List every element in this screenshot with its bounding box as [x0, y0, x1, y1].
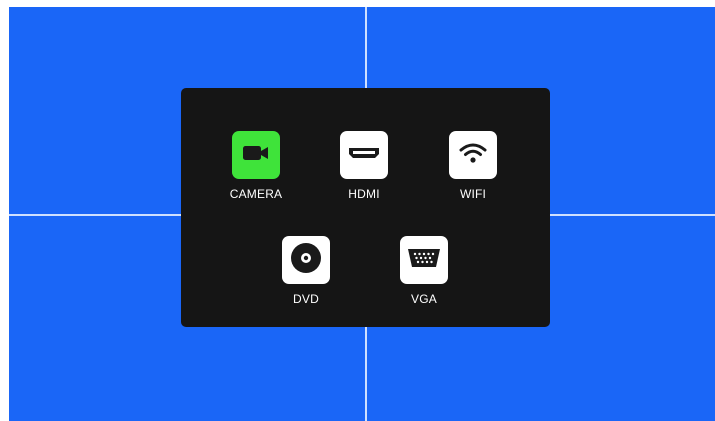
camera-tile[interactable]	[232, 131, 280, 179]
source-label-hdmi: HDMI	[348, 187, 380, 201]
source-label-dvd: DVD	[293, 292, 319, 306]
wifi-icon	[459, 141, 487, 170]
source-selection-menu	[181, 88, 550, 327]
vga-port-icon	[406, 246, 442, 275]
source-item-dvd[interactable]: DVD	[261, 236, 351, 306]
source-item-hdmi[interactable]: HDMI	[319, 131, 409, 201]
hdmi-port-icon	[348, 146, 380, 165]
source-item-vga[interactable]: VGA	[379, 236, 469, 306]
source-label-wifi: WIFI	[459, 187, 487, 201]
source-label-vga: VGA	[411, 292, 437, 306]
wifi-tile[interactable]	[449, 131, 497, 179]
hdmi-tile[interactable]	[340, 131, 388, 179]
dvd-tile[interactable]	[282, 236, 330, 284]
source-label-camera: CAMERA	[229, 187, 283, 201]
source-item-camera[interactable]: CAMERA	[211, 131, 301, 201]
video-camera-icon	[241, 143, 271, 168]
vga-tile[interactable]	[400, 236, 448, 284]
disc-icon	[289, 241, 323, 280]
source-item-wifi[interactable]: WIFI	[428, 131, 518, 201]
